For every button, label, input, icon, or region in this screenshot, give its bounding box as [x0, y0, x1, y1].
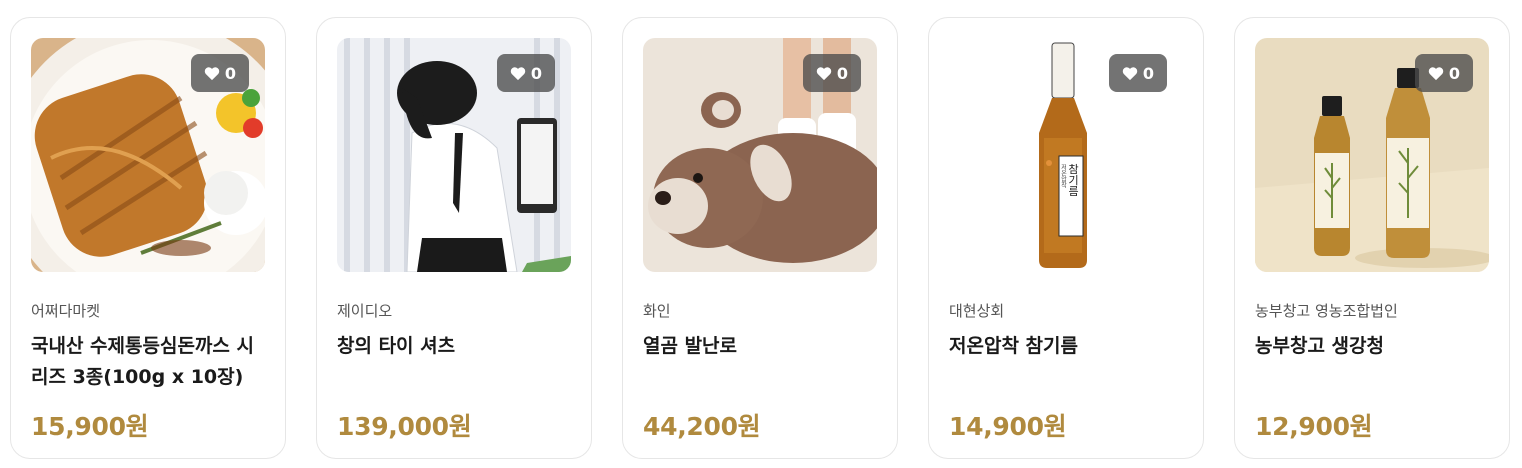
seller-name: 대현상회 [949, 302, 1005, 320]
like-count: 0 [530, 63, 543, 83]
product-card[interactable]: 0 어쩌다마켓 국내산 수제통등심돈까스 시리즈 3종(100g x 10장) … [10, 17, 286, 459]
svg-text:참기름: 참기름 [1067, 163, 1080, 196]
like-count: 0 [836, 63, 849, 83]
seller-name: 제이디오 [337, 302, 393, 320]
product-card[interactable]: 0 화인 열곰 발난로 44,200원 [622, 17, 898, 459]
seller-name: 농부창고 영농조합법인 [1255, 302, 1398, 320]
like-button[interactable]: 0 [1415, 54, 1473, 92]
like-count: 0 [1142, 63, 1155, 83]
seller-name: 어쩌다마켓 [31, 302, 101, 320]
heart-icon [1428, 66, 1444, 80]
product-image-bear-slipper[interactable]: 0 [643, 38, 877, 272]
product-card[interactable]: 0 제이디오 창의 타이 셔츠 139,000원 [316, 17, 592, 459]
product-grid: 0 어쩌다마켓 국내산 수제통등심돈까스 시리즈 3종(100g x 10장) … [0, 0, 1522, 468]
product-image-tie-shirt[interactable]: 0 [337, 38, 571, 272]
svg-text:저온압착: 저온압착 [1060, 163, 1067, 189]
product-price: 12,900원 [1255, 412, 1373, 441]
like-button[interactable]: 0 [497, 54, 555, 92]
seller-name: 화인 [643, 302, 671, 320]
product-image-pork-cutlet[interactable]: 0 [31, 38, 265, 272]
product-name[interactable]: 창의 타이 셔츠 [337, 331, 573, 362]
product-name[interactable]: 열곰 발난로 [643, 331, 879, 362]
product-name[interactable]: 국내산 수제통등심돈까스 시리즈 3종(100g x 10장) [31, 331, 267, 393]
like-count: 0 [224, 63, 237, 83]
product-name[interactable]: 농부창고 생강청 [1255, 331, 1491, 362]
product-price: 44,200원 [643, 412, 761, 441]
like-count: 0 [1448, 63, 1461, 83]
product-card[interactable]: 0 농부창고 영농조합법인 농부창고 생강청 12,900원 [1234, 17, 1510, 459]
product-image-ginger-syrup[interactable]: 0 [1255, 38, 1489, 272]
heart-icon [510, 66, 526, 80]
heart-icon [1122, 66, 1138, 80]
like-button[interactable]: 0 [191, 54, 249, 92]
product-price: 139,000원 [337, 412, 472, 441]
product-price: 15,900원 [31, 412, 149, 441]
heart-icon [816, 66, 832, 80]
product-image-sesame-oil[interactable]: 참기름 저온압착 0 [949, 38, 1183, 272]
like-button[interactable]: 0 [803, 54, 861, 92]
heart-icon [204, 66, 220, 80]
product-price: 14,900원 [949, 412, 1067, 441]
like-button[interactable]: 0 [1109, 54, 1167, 92]
product-card[interactable]: 참기름 저온압착 0 대현상회 저온압착 참기름 14,900원 [928, 17, 1204, 459]
product-name[interactable]: 저온압착 참기름 [949, 331, 1185, 362]
